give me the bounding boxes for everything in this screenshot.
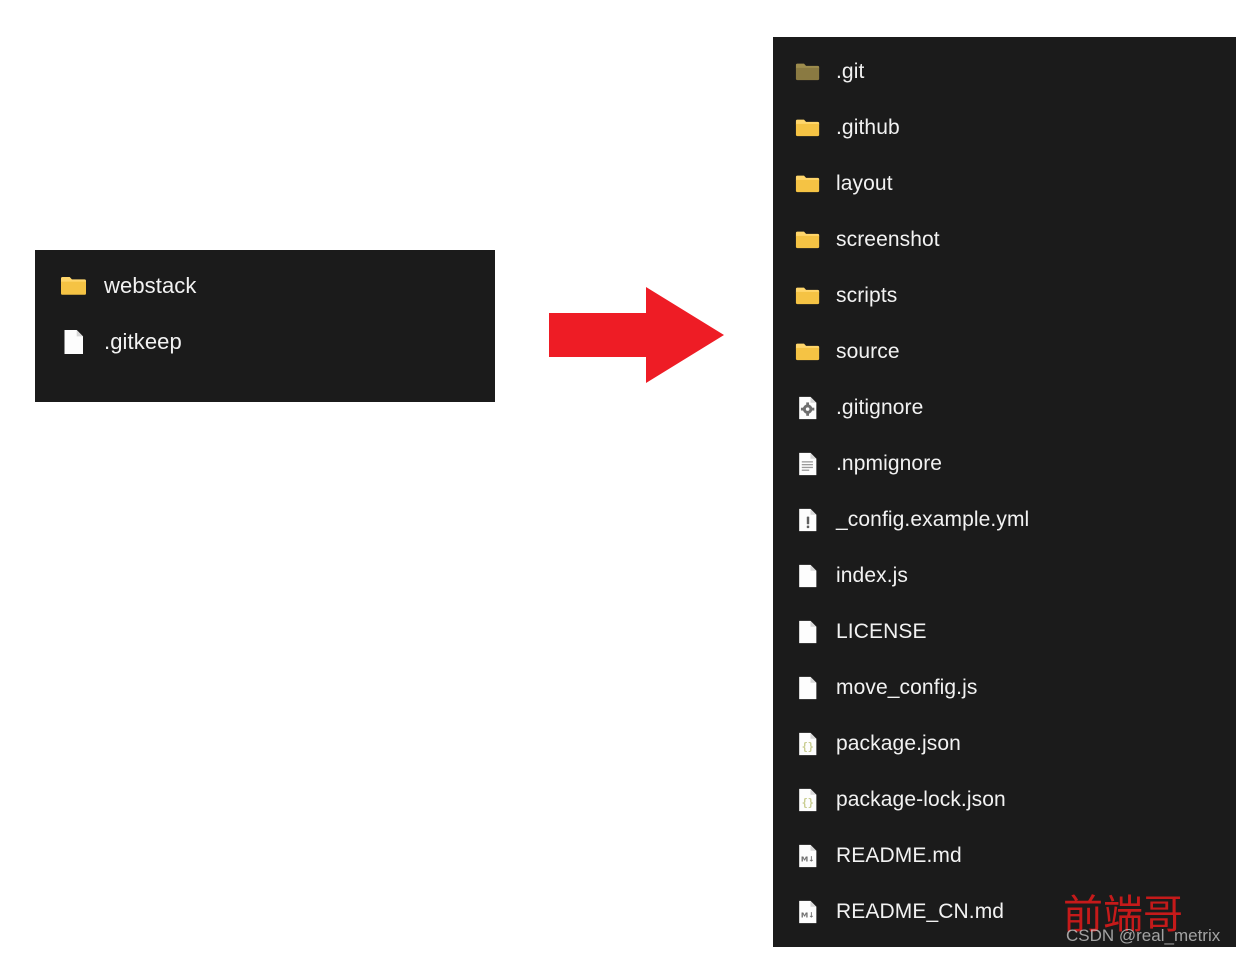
file-row[interactable]: {} package-lock.json: [773, 772, 1236, 828]
folder-icon: [795, 339, 821, 365]
file-name-label: README.md: [836, 844, 962, 867]
svg-text:M↓: M↓: [801, 855, 815, 864]
file-markdown-icon: M↓: [795, 843, 821, 869]
folder-name-label: .git: [836, 60, 865, 83]
file-name-label: package-lock.json: [836, 788, 1006, 811]
file-row[interactable]: M↓ README.md: [773, 828, 1236, 884]
file-blank-icon: [795, 675, 821, 701]
folder-name-label: layout: [836, 172, 893, 195]
folder-name-label: screenshot: [836, 228, 940, 251]
file-row[interactable]: index.js: [773, 548, 1236, 604]
file-gear-icon: [795, 395, 821, 421]
destination-folder-listing: .git .github layout screenshot scripts source…: [773, 37, 1236, 947]
file-name-label: LICENSE: [836, 620, 927, 643]
file-json-icon: {}: [795, 787, 821, 813]
file-lines-icon: [795, 451, 821, 477]
file-markdown-icon: M↓: [795, 899, 821, 925]
file-row[interactable]: .npmignore: [773, 436, 1236, 492]
folder-row[interactable]: source: [773, 324, 1236, 380]
folder-row[interactable]: .github: [773, 100, 1236, 156]
file-warning-icon: [795, 507, 821, 533]
folder-row[interactable]: screenshot: [773, 212, 1236, 268]
folder-row[interactable]: scripts: [773, 268, 1236, 324]
file-name-label: README_CN.md: [836, 900, 1005, 923]
folder-row[interactable]: layout: [773, 156, 1236, 212]
file-row[interactable]: .gitkeep: [35, 314, 495, 370]
file-name-label: .gitkeep: [104, 329, 182, 354]
folder-name-label: webstack: [104, 273, 197, 298]
folder-row[interactable]: webstack: [35, 258, 495, 314]
file-blank-icon: [795, 563, 821, 589]
source-folder-listing: webstack .gitkeep: [35, 250, 495, 402]
file-name-label: _config.example.yml: [836, 508, 1030, 531]
right-arrow-annotation: [549, 285, 724, 385]
folder-icon: [795, 171, 821, 197]
file-blank-icon: [795, 619, 821, 645]
file-row[interactable]: LICENSE: [773, 604, 1236, 660]
folder-icon: [795, 59, 821, 85]
folder-icon: [795, 115, 821, 141]
file-name-label: index.js: [836, 564, 909, 587]
svg-text:M↓: M↓: [801, 911, 815, 920]
folder-icon: [795, 227, 821, 253]
svg-text:{}: {}: [802, 742, 814, 753]
folder-icon: [795, 283, 821, 309]
folder-row[interactable]: .git: [773, 44, 1236, 100]
file-name-label: move_config.js: [836, 676, 978, 699]
file-row[interactable]: _config.example.yml: [773, 492, 1236, 548]
file-row[interactable]: .gitignore: [773, 380, 1236, 436]
file-row[interactable]: {} package.json: [773, 716, 1236, 772]
file-row[interactable]: move_config.js: [773, 660, 1236, 716]
file-blank-icon: [60, 328, 88, 356]
folder-name-label: scripts: [836, 284, 898, 307]
folder-icon: [60, 272, 88, 300]
file-name-label: .npmignore: [836, 452, 943, 475]
folder-name-label: source: [836, 340, 900, 363]
file-json-icon: {}: [795, 731, 821, 757]
folder-name-label: .github: [836, 116, 900, 139]
file-row[interactable]: M↓ README_CN.md: [773, 884, 1236, 940]
file-name-label: package.json: [836, 732, 961, 755]
svg-text:{}: {}: [802, 798, 814, 809]
file-name-label: .gitignore: [836, 396, 924, 419]
